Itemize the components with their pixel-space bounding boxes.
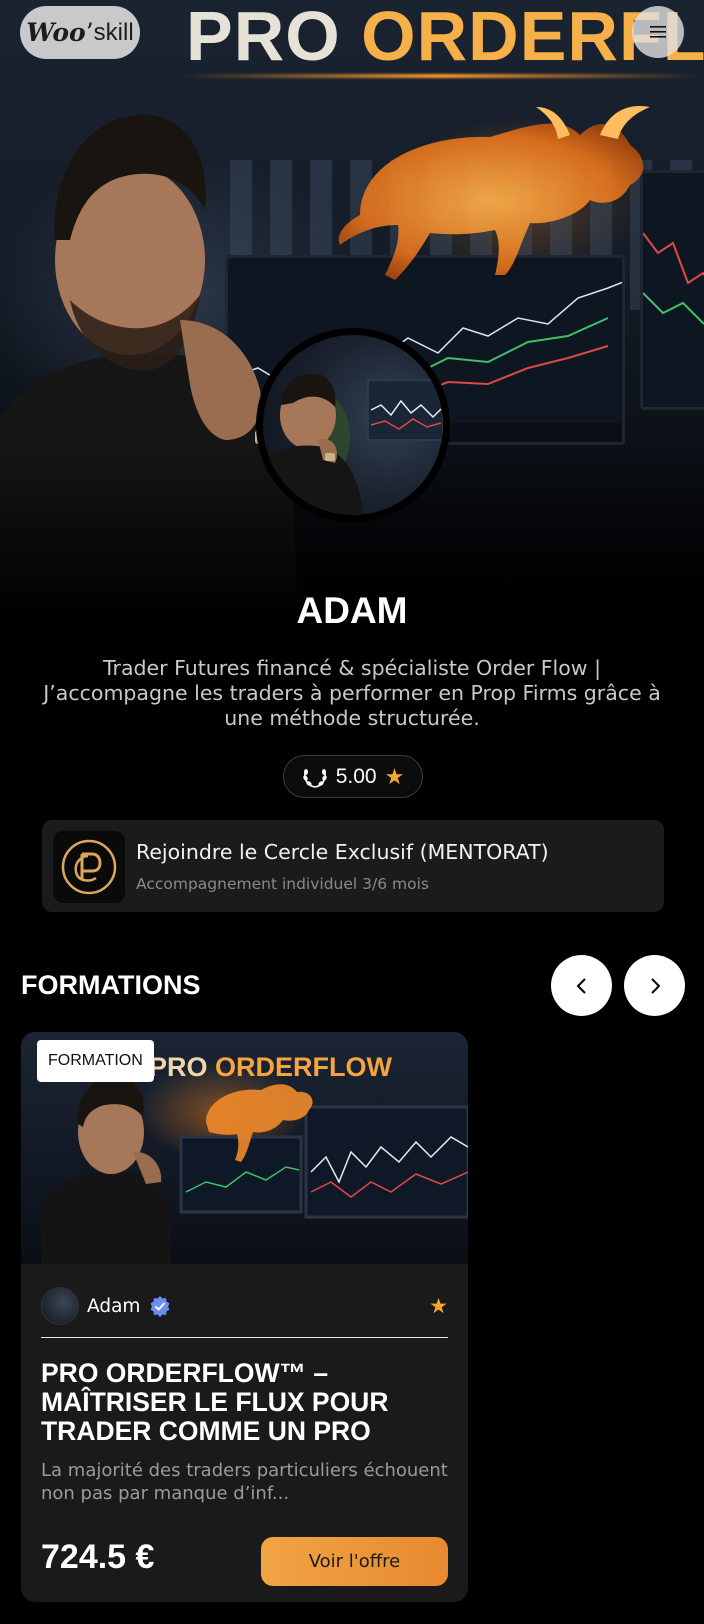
- mentorship-title: Rejoindre le Cercle Exclusif (MENTORAT): [136, 840, 549, 864]
- glowing-bull-illustration: [338, 105, 650, 280]
- menu-button[interactable]: [632, 6, 684, 58]
- cover-title-orange: ORDERFLOW: [215, 1052, 393, 1082]
- favorite-star-icon[interactable]: ★: [429, 1294, 448, 1319]
- mentorship-logo: [53, 831, 125, 903]
- formation-description: La majorité des traders particuliers éch…: [41, 1460, 448, 1504]
- chevron-right-icon: [650, 977, 660, 994]
- carousel-next-button[interactable]: [624, 955, 685, 1016]
- chevron-left-icon: [576, 977, 586, 994]
- formation-card[interactable]: PRO ORDERFLOW FORMATION Adam ★ PRO ORDER…: [21, 1032, 468, 1602]
- carousel-prev-button[interactable]: [551, 955, 612, 1016]
- mentorship-card[interactable]: Rejoindre le Cercle Exclusif (MENTORAT) …: [42, 820, 664, 912]
- hero-banner: PRO ORDERFLOW: [0, 0, 704, 640]
- hero-glow-line: [180, 74, 700, 78]
- profile-avatar: [256, 328, 450, 522]
- cercle-logo-icon: [61, 839, 117, 895]
- rating-badge: 5.00 ★: [283, 755, 423, 798]
- formation-cover-image[interactable]: PRO ORDERFLOW FORMATION: [21, 1032, 468, 1264]
- logo-word: Woo: [26, 18, 86, 47]
- cover-title: PRO ORDERFLOW: [149, 1052, 392, 1083]
- logo-word2: skill: [93, 18, 134, 46]
- hamburger-menu-icon: [650, 26, 666, 38]
- hero-title: PRO ORDERFLOW: [186, 0, 704, 76]
- card-divider: [41, 1337, 448, 1338]
- woo-skill-logo[interactable]: Woo’ skill: [20, 6, 140, 59]
- star-icon: ★: [384, 763, 405, 789]
- formation-price: 724.5 €: [41, 1538, 155, 1576]
- formation-title[interactable]: PRO ORDERFLOW™ – MAÎTRISER LE FLUX POUR …: [41, 1359, 448, 1446]
- verified-badge-icon: [150, 1296, 170, 1317]
- cover-title-white: PRO: [149, 1052, 208, 1082]
- mentorship-subtitle: Accompagnement individuel 3/6 mois: [136, 875, 429, 893]
- author-avatar: [41, 1287, 79, 1325]
- profile-name: ADAM: [296, 590, 408, 631]
- formations-section-title: FORMATIONS: [21, 970, 201, 1000]
- logo-apostrophe: ’: [85, 18, 94, 47]
- rating-value: 5.00: [335, 764, 377, 788]
- formation-badge: FORMATION: [37, 1040, 154, 1082]
- hero-title-white: PRO: [186, 0, 341, 75]
- laurel-wreath-icon: [302, 768, 327, 788]
- view-offer-button[interactable]: Voir l'offre: [261, 1537, 448, 1586]
- profile-bio: Trader Futures financé & spécialiste Ord…: [43, 656, 661, 730]
- author-name: Adam: [87, 1295, 141, 1317]
- author-row: Adam ★: [41, 1284, 448, 1328]
